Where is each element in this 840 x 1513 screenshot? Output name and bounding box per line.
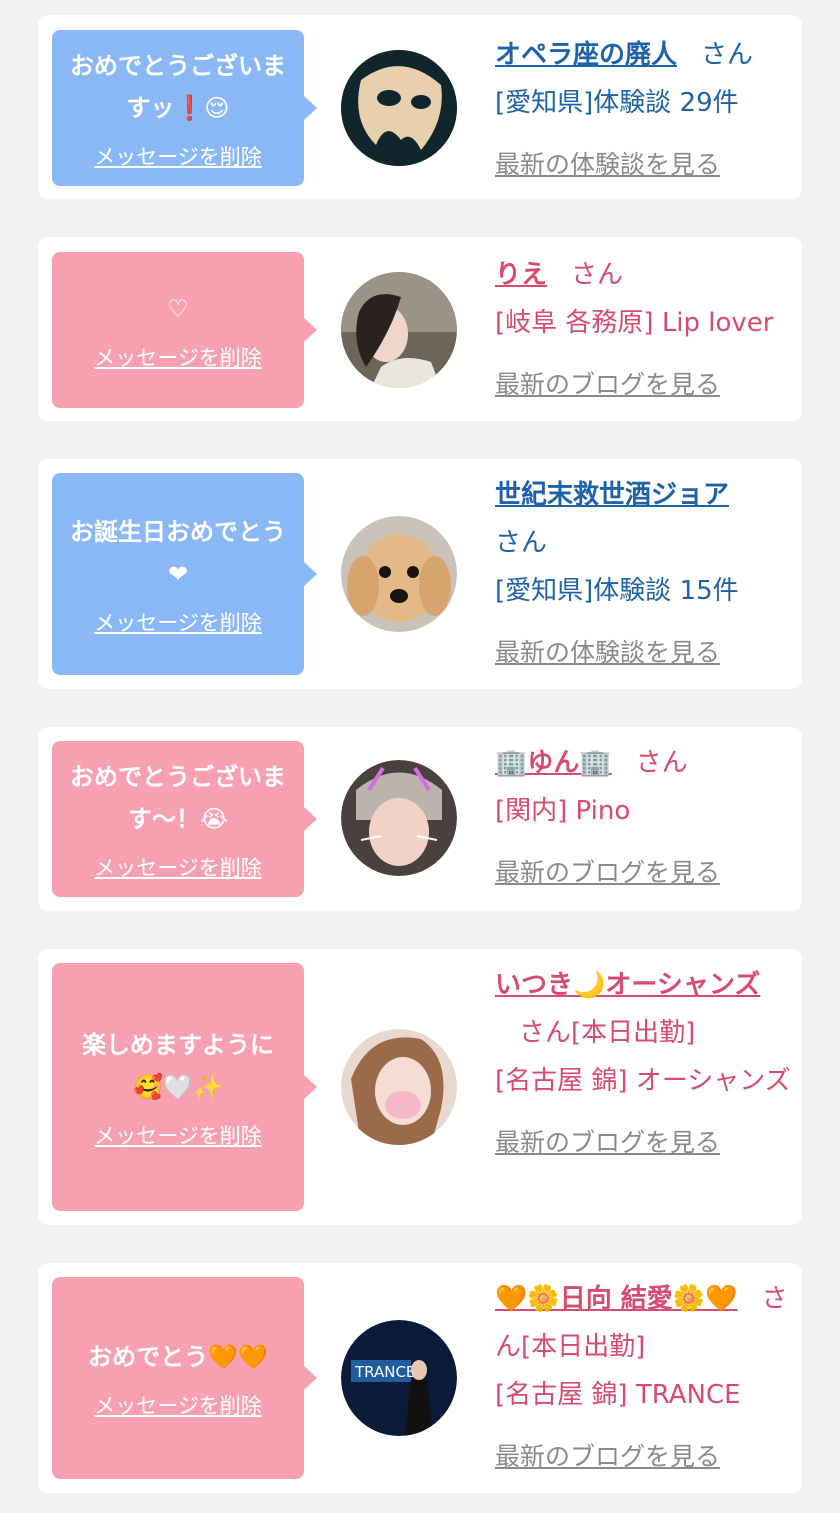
avatar[interactable]: [341, 760, 457, 876]
user-name-line: 🧡🌼日向 結愛🌼🧡 さん[本日出勤]: [495, 1275, 795, 1371]
user-info: オペラ座の廃人 さん [愛知県]体験談 29件 最新の体験談を見る: [495, 31, 795, 189]
message-bubble: おめでとうございます〜！😭 メッセージを削除: [52, 741, 317, 897]
dog-image: [341, 516, 457, 632]
message-card: 楽しめますように🥰🤍✨ メッセージを削除 いつき🌙オーシャンズさん[本日出勤] …: [38, 949, 802, 1225]
user-name-link[interactable]: いつき🌙オーシャンズ: [495, 970, 760, 1000]
user-name-line: 世紀末救世酒ジョア さん: [495, 471, 795, 567]
user-name-link[interactable]: 世紀末救世酒ジョア: [495, 480, 729, 510]
honorific: さん: [571, 260, 624, 290]
phantom-mask-image: [341, 50, 457, 166]
user-info: 世紀末救世酒ジョア さん [愛知県]体験談 15件 最新の体験談を見る: [495, 471, 795, 677]
user-detail: [岐阜 各務原] Lip lover: [495, 308, 774, 338]
avatar[interactable]: [341, 516, 457, 632]
latest-link[interactable]: 最新のブログを見る: [495, 849, 795, 897]
svg-text:TRANCE: TRANCE: [354, 1363, 415, 1381]
user-name-link[interactable]: りえ: [495, 260, 547, 290]
message-card: おめでとうございますッ❗😌 メッセージを削除 オペラ座の廃人 さん [愛知県]体験…: [38, 15, 802, 199]
user-detail: [愛知県]体験談 15件: [495, 576, 739, 606]
message-card: おめでとうございます〜！😭 メッセージを削除 🏢ゆん🏢 さん [関内] Pino …: [38, 727, 802, 911]
user-info: 🧡🌼日向 結愛🌼🧡 さん[本日出勤] [名古屋 錦] TRANCE 最新のブログを…: [495, 1275, 795, 1481]
avatar[interactable]: TRANCE: [341, 1320, 457, 1436]
avatar[interactable]: [341, 50, 457, 166]
honorific: さん: [495, 528, 548, 558]
latest-link[interactable]: 最新のブログを見る: [495, 1433, 795, 1481]
delete-message-link[interactable]: メッセージを削除: [94, 141, 262, 171]
user-name-line: オペラ座の廃人 さん: [495, 31, 795, 79]
delete-message-link[interactable]: メッセージを削除: [94, 852, 262, 882]
delete-message-link[interactable]: メッセージを削除: [94, 1120, 262, 1150]
avatar[interactable]: [341, 1029, 457, 1145]
user-name-line: りえ さん: [495, 251, 795, 299]
user-detail: [関内] Pino: [495, 796, 631, 826]
delete-message-link[interactable]: メッセージを削除: [94, 1390, 262, 1420]
user-name-link[interactable]: 🧡🌼日向 結愛🌼🧡: [495, 1284, 738, 1314]
user-name-line: 🏢ゆん🏢 さん: [495, 739, 795, 787]
user-name-line: いつき🌙オーシャンズさん[本日出勤]: [495, 961, 795, 1057]
message-text: 楽しめますように🥰🤍✨: [82, 1031, 274, 1101]
honorific: さん[本日出勤]: [519, 1018, 696, 1048]
honorific: さん: [635, 748, 688, 778]
message-card: ♡ メッセージを削除 りえ さん [岐阜 各務原] Lip lover 最新のブロ…: [38, 237, 802, 421]
message-bubble: お誕生日おめでとう❤ メッセージを削除: [52, 473, 317, 675]
girl-cat-filter-image: [341, 760, 457, 876]
user-name-link[interactable]: オペラ座の廃人: [495, 40, 677, 70]
message-bubble: ♡ メッセージを削除: [52, 252, 317, 408]
latest-link[interactable]: 最新のブログを見る: [495, 361, 795, 409]
delete-message-link[interactable]: メッセージを削除: [94, 342, 262, 372]
message-card: おめでとう🧡🧡 メッセージを削除 TRANCE 🧡🌼日向 結愛🌼🧡 さん[本日出勤…: [38, 1263, 802, 1493]
message-bubble: おめでとう🧡🧡 メッセージを削除: [52, 1277, 317, 1479]
user-info: いつき🌙オーシャンズさん[本日出勤] [名古屋 錦] オーシャンズ 最新のブログ…: [495, 961, 795, 1167]
message-bubble: おめでとうございますッ❗😌 メッセージを削除: [52, 30, 317, 186]
message-text: おめでとうございます〜！😭: [70, 763, 286, 833]
woman-portrait-image: [341, 272, 457, 388]
honorific: さん: [701, 40, 754, 70]
user-info: 🏢ゆん🏢 さん [関内] Pino 最新のブログを見る: [495, 739, 795, 897]
message-text: おめでとうございますッ❗😌: [70, 52, 286, 122]
user-info: りえ さん [岐阜 各務原] Lip lover 最新のブログを見る: [495, 251, 795, 409]
message-text: おめでとう🧡🧡: [88, 1343, 268, 1371]
user-detail: [名古屋 錦] オーシャンズ: [495, 1066, 791, 1096]
girl-masked-face-image: [341, 1029, 457, 1145]
message-text: お誕生日おめでとう❤: [70, 518, 286, 588]
delete-message-link[interactable]: メッセージを削除: [94, 607, 262, 637]
message-bubble: 楽しめますように🥰🤍✨ メッセージを削除: [52, 963, 317, 1211]
user-detail: [愛知県]体験談 29件: [495, 88, 739, 118]
trance-stage-image: TRANCE: [341, 1320, 457, 1436]
user-detail: [名古屋 錦] TRANCE: [495, 1380, 741, 1410]
avatar[interactable]: [341, 272, 457, 388]
message-card: お誕生日おめでとう❤ メッセージを削除 世紀末救世酒ジョア さん [愛知県]体験談…: [38, 459, 802, 689]
message-text: ♡: [167, 295, 189, 323]
latest-link[interactable]: 最新のブログを見る: [495, 1119, 795, 1167]
user-name-link[interactable]: 🏢ゆん🏢: [495, 748, 612, 778]
latest-link[interactable]: 最新の体験談を見る: [495, 141, 795, 189]
latest-link[interactable]: 最新の体験談を見る: [495, 629, 795, 677]
